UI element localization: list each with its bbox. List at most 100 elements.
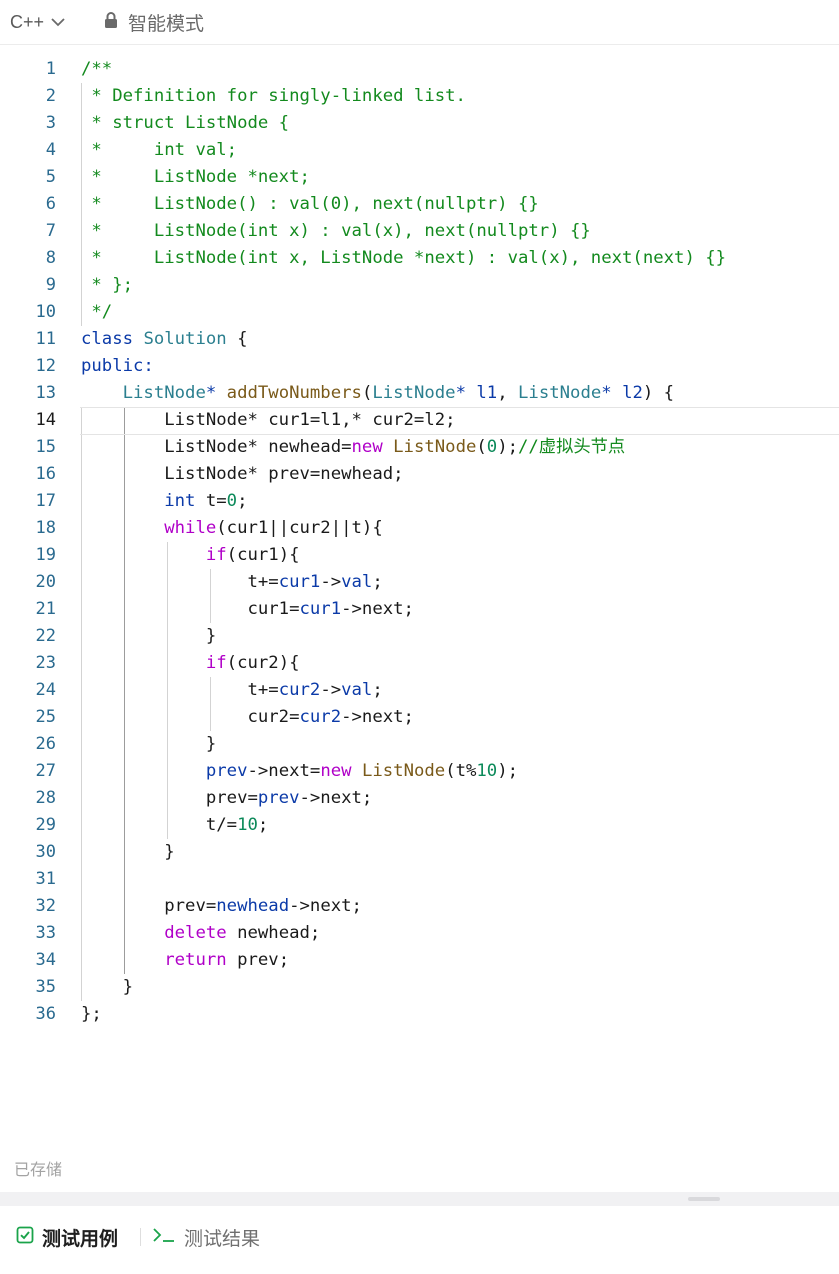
code-text: /** <box>81 56 112 83</box>
code-line[interactable]: 13 ListNode* addTwoNumbers(ListNode* l1,… <box>0 380 839 407</box>
code-token: (cur1){ <box>226 545 300 565</box>
code-token: ->next; <box>289 896 362 916</box>
code-text: ListNode* newhead=new ListNode(0);//虚拟头节… <box>81 434 625 461</box>
code-line[interactable]: 3 * struct ListNode { <box>0 110 839 137</box>
smart-mode-toggle[interactable]: 智能模式 <box>104 10 204 35</box>
code-token: } <box>81 977 134 997</box>
tab-test-results[interactable]: 测试结果 <box>152 1224 260 1250</box>
editor-toolbar: C++ 智能模式 <box>0 0 839 45</box>
code-line[interactable]: 12 public: <box>0 353 839 380</box>
code-token: ) { <box>642 383 675 403</box>
line-number: 5 <box>45 167 56 187</box>
code-text: } <box>81 974 133 1001</box>
code-token: 10 <box>237 815 258 835</box>
line-number: 3 <box>45 113 56 133</box>
code-line[interactable]: 22 } <box>0 623 839 650</box>
code-text: * struct ListNode { <box>81 110 289 137</box>
code-token: /** <box>81 59 113 79</box>
line-number: 23 <box>35 653 56 673</box>
code-editor[interactable]: 1 /** 2 * Definition for singly-linked lis… <box>0 56 839 1146</box>
code-line[interactable]: 1 /** <box>0 56 839 83</box>
code-line[interactable]: 14 ListNode* cur1=l1,* cur2=l2; <box>0 407 839 435</box>
terminal-icon <box>152 1226 176 1249</box>
code-line[interactable]: 9 * }; <box>0 272 839 299</box>
line-number: 8 <box>45 248 56 268</box>
line-number: 29 <box>35 815 56 835</box>
code-line[interactable]: 35 } <box>0 974 839 1001</box>
code-token: * <box>205 383 217 403</box>
code-line[interactable]: 7 * ListNode(int x) : val(x), next(nullp… <box>0 218 839 245</box>
code-token: * Definition for singly-linked list. <box>81 86 466 106</box>
code-line[interactable]: 21 cur1=cur1->next; <box>0 596 839 623</box>
code-text: cur2=cur2->next; <box>81 704 414 731</box>
line-number: 36 <box>35 1004 56 1024</box>
code-line[interactable]: 30 } <box>0 839 839 866</box>
code-line[interactable]: 5 * ListNode *next; <box>0 164 839 191</box>
code-text: int t=0; <box>81 488 247 515</box>
code-line[interactable]: 19 if(cur1){ <box>0 542 839 569</box>
code-line[interactable]: 8 * ListNode(int x, ListNode *next) : va… <box>0 245 839 272</box>
code-token: * <box>601 383 612 403</box>
code-line[interactable]: 4 * int val; <box>0 137 839 164</box>
line-number: 32 <box>35 896 56 916</box>
line-number: 15 <box>35 437 56 457</box>
code-line[interactable]: 36}; <box>0 1001 839 1028</box>
line-number: 31 <box>35 869 56 889</box>
code-token: , <box>497 383 519 403</box>
code-line[interactable]: 11 class Solution { <box>0 326 839 353</box>
line-number: 16 <box>35 464 56 484</box>
code-text: prev=newhead->next; <box>81 893 362 920</box>
code-token: } <box>81 734 217 754</box>
code-text: if(cur1){ <box>81 542 300 569</box>
tab-test-cases[interactable]: 测试用例 <box>16 1224 118 1250</box>
code-line[interactable]: 16 ListNode* prev=newhead; <box>0 461 839 488</box>
code-line[interactable]: 18 while(cur1||cur2||t){ <box>0 515 839 542</box>
code-line[interactable]: 24 t+=cur2->val; <box>0 677 839 704</box>
code-token: newhead <box>216 896 290 916</box>
line-number: 26 <box>35 734 56 754</box>
code-line[interactable]: 29 t/=10; <box>0 812 839 839</box>
code-token: * ListNode *next; <box>81 167 310 187</box>
code-token: */ <box>81 302 113 322</box>
code-line[interactable]: 33 delete newhead; <box>0 920 839 947</box>
code-line[interactable]: 31 <box>0 866 839 893</box>
language-selector[interactable]: C++ <box>10 10 66 34</box>
line-number: 35 <box>35 977 56 997</box>
code-token: prev= <box>81 788 258 808</box>
code-line[interactable]: 34 return prev; <box>0 947 839 974</box>
resize-handle[interactable] <box>688 1197 720 1201</box>
code-line[interactable]: 25 cur2=cur2->next; <box>0 704 839 731</box>
tab-label: 测试用例 <box>42 1227 119 1250</box>
code-line[interactable]: 20 t+=cur1->val; <box>0 569 839 596</box>
code-token: * struct ListNode { <box>81 113 290 133</box>
code-token: (cur2){ <box>226 653 300 673</box>
code-line[interactable]: 6 * ListNode() : val(0), next(nullptr) {… <box>0 191 839 218</box>
line-number: 17 <box>35 491 56 511</box>
code-text: ListNode* addTwoNumbers(ListNode* l1, Li… <box>81 380 674 407</box>
code-token: ( <box>361 383 373 403</box>
code-line[interactable]: 28 prev=prev->next; <box>0 785 839 812</box>
code-text: while(cur1||cur2||t){ <box>81 515 383 542</box>
code-line[interactable]: 10 */ <box>0 299 839 326</box>
code-line[interactable]: 17 int t=0; <box>0 488 839 515</box>
code-token: ->next; <box>299 788 373 808</box>
code-token: if <box>205 653 227 673</box>
code-text: }; <box>81 1001 102 1028</box>
code-line[interactable]: 27 prev->next=new ListNode(t%10); <box>0 758 839 785</box>
code-line[interactable]: 26 } <box>0 731 839 758</box>
code-token: ListNode <box>518 383 602 403</box>
code-line[interactable]: 23 if(cur2){ <box>0 650 839 677</box>
code-text: t/=10; <box>81 812 268 839</box>
code-text: * ListNode(int x, ListNode *next) : val(… <box>81 245 726 272</box>
code-line[interactable]: 32 prev=newhead->next; <box>0 893 839 920</box>
code-token: ->next= <box>247 761 321 781</box>
code-token: { <box>226 329 248 349</box>
code-line[interactable]: 2 * Definition for singly-linked list. <box>0 83 839 110</box>
code-line[interactable]: 15 ListNode* newhead=new ListNode(0);//虚… <box>0 434 839 461</box>
code-token: * <box>455 383 466 403</box>
line-number: 7 <box>45 221 56 241</box>
code-token: val <box>341 572 373 592</box>
